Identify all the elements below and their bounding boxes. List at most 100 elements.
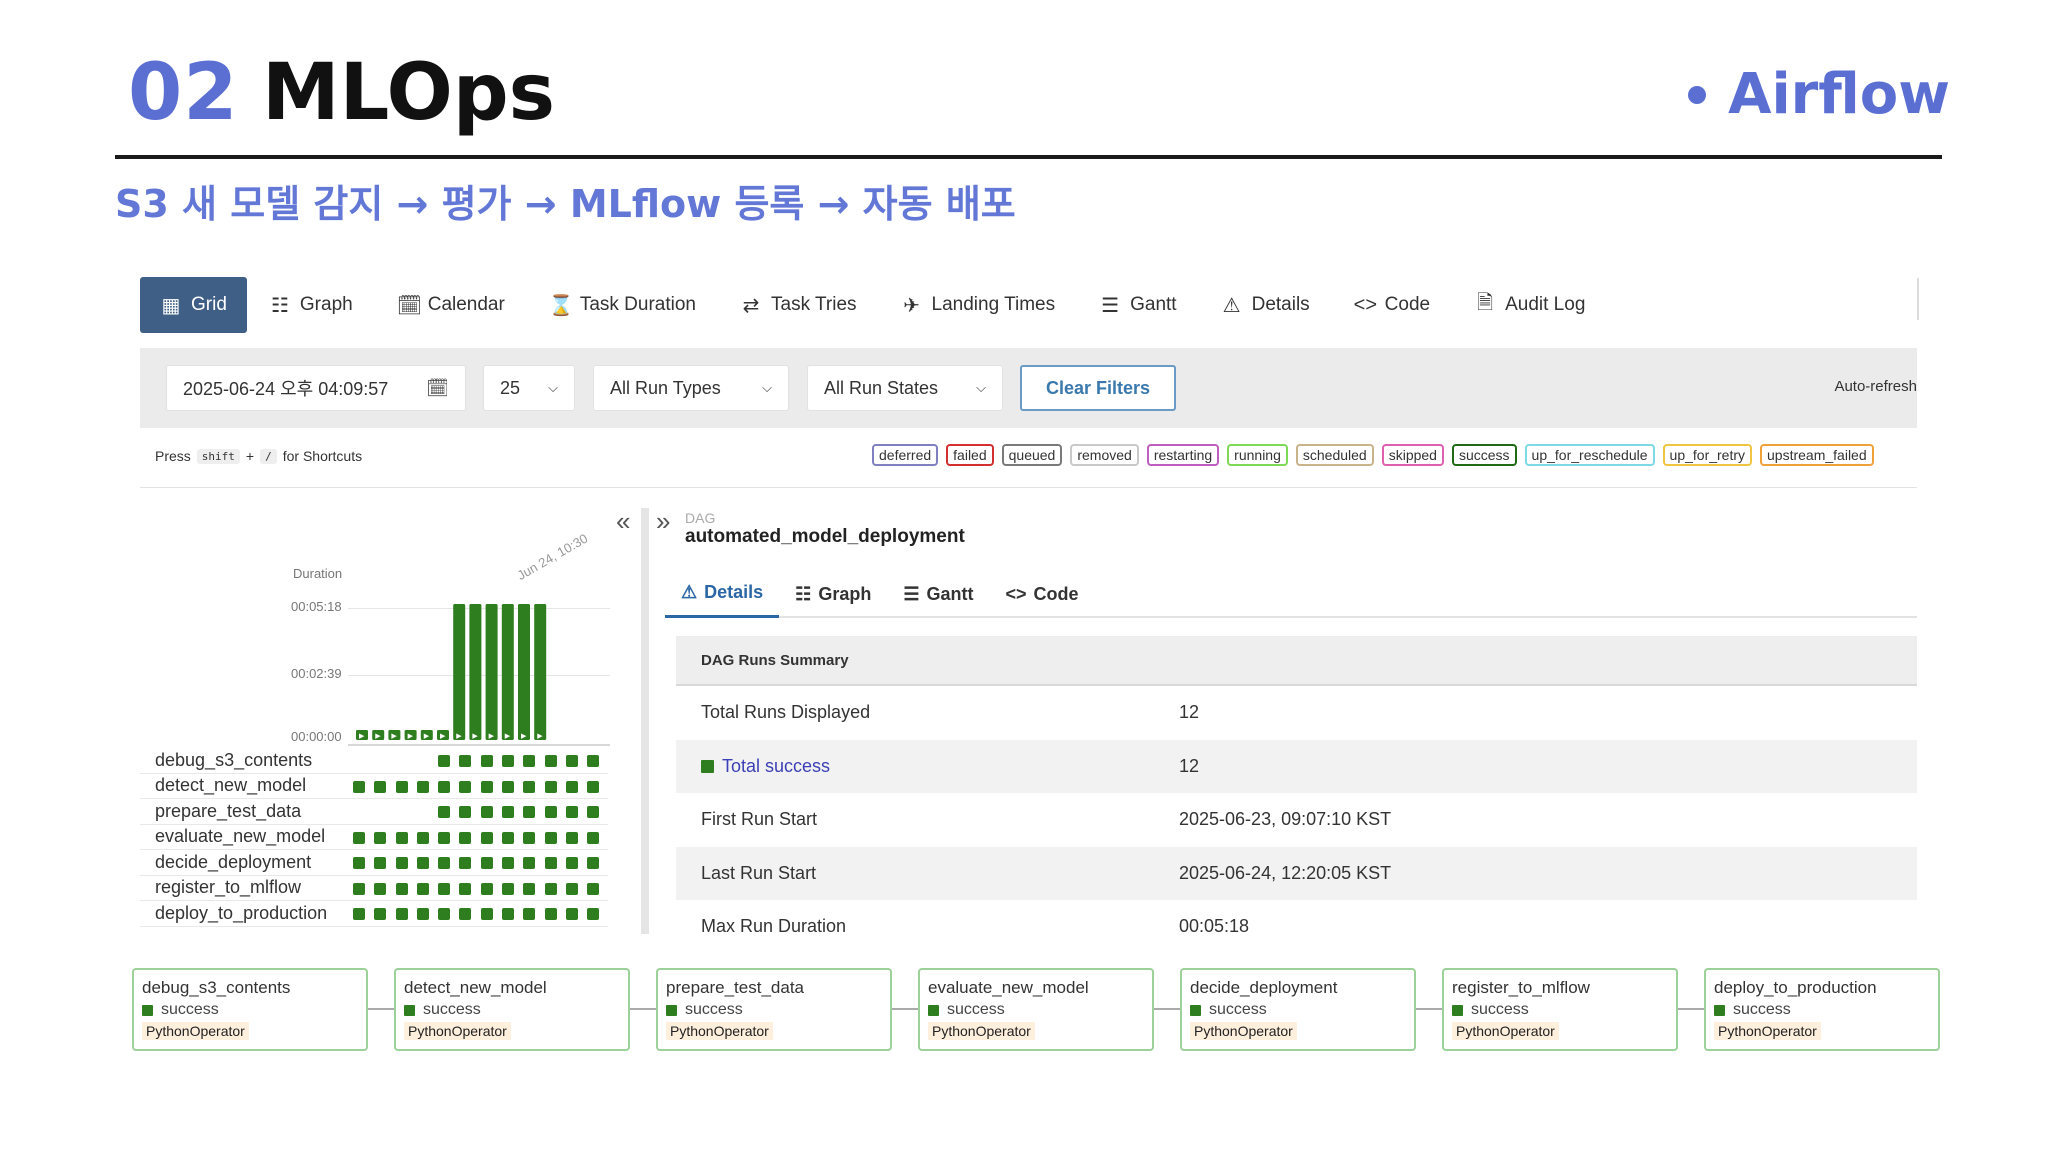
pipeline-node[interactable]: prepare_test_data success PythonOperator bbox=[656, 968, 892, 1051]
task-instance-cell[interactable] bbox=[544, 806, 557, 818]
task-name[interactable]: debug_s3_contents bbox=[140, 750, 312, 771]
state-deferred[interactable]: deferred bbox=[872, 444, 939, 466]
task-instance-cell[interactable] bbox=[544, 857, 557, 869]
task-instance-cell[interactable] bbox=[565, 857, 578, 869]
task-instance-cell[interactable] bbox=[395, 831, 408, 844]
task-instance-cell[interactable] bbox=[438, 908, 451, 920]
task-instance-cell[interactable] bbox=[480, 780, 493, 793]
task-instance-cell[interactable] bbox=[438, 882, 451, 895]
run-bar[interactable] bbox=[469, 604, 482, 740]
task-instance-cell[interactable] bbox=[438, 780, 451, 793]
task-instance-cell[interactable] bbox=[502, 806, 515, 818]
task-instance-cell[interactable] bbox=[459, 857, 472, 869]
detail-tab-code[interactable]: <> Code bbox=[989, 570, 1094, 618]
task-instance-cell[interactable] bbox=[502, 831, 515, 844]
state-skipped[interactable]: skipped bbox=[1381, 444, 1444, 466]
task-instance-cell[interactable] bbox=[565, 831, 578, 844]
panel-splitter[interactable] bbox=[641, 508, 649, 934]
task-instance-cell[interactable] bbox=[587, 831, 600, 844]
state-up-for-retry[interactable]: up_for_retry bbox=[1662, 444, 1753, 466]
task-instance-cell[interactable] bbox=[374, 882, 387, 895]
state-up-for-reschedule[interactable]: up_for_reschedule bbox=[1524, 444, 1655, 466]
task-instance-cell[interactable] bbox=[353, 780, 365, 793]
task-row[interactable]: evaluate_new_model bbox=[140, 825, 608, 850]
state-running[interactable]: running bbox=[1227, 444, 1288, 466]
tab-calendar[interactable]: 🗓 Calendar bbox=[375, 277, 527, 333]
task-instance-cell[interactable] bbox=[565, 755, 578, 767]
task-instance-cell[interactable] bbox=[459, 806, 472, 818]
run-states-select[interactable]: All Run States ⌵ bbox=[807, 365, 1003, 411]
state-success[interactable]: success bbox=[1451, 444, 1517, 466]
task-row[interactable]: debug_s3_contents bbox=[140, 748, 608, 774]
task-instance-cell[interactable] bbox=[438, 831, 451, 844]
pipeline-node[interactable]: decide_deployment success PythonOperator bbox=[1180, 968, 1416, 1051]
state-queued[interactable]: queued bbox=[1001, 444, 1063, 466]
task-instance-cell[interactable] bbox=[565, 806, 578, 818]
task-instance-cell[interactable] bbox=[502, 908, 515, 920]
tab-code[interactable]: <> Code bbox=[1332, 277, 1452, 333]
state-upstream-failed[interactable]: upstream_failed bbox=[1760, 444, 1874, 466]
task-instance-cell[interactable] bbox=[502, 780, 515, 793]
task-instance-cell[interactable] bbox=[459, 780, 472, 793]
task-row[interactable]: detect_new_model bbox=[140, 774, 608, 799]
task-instance-cell[interactable] bbox=[480, 806, 493, 818]
state-restarting[interactable]: restarting bbox=[1146, 444, 1220, 466]
run-bar[interactable] bbox=[501, 604, 514, 740]
task-instance-cell[interactable] bbox=[587, 857, 600, 869]
task-instance-cell[interactable] bbox=[502, 755, 515, 767]
task-instance-cell[interactable] bbox=[480, 857, 493, 869]
task-instance-cell[interactable] bbox=[480, 755, 493, 767]
task-instance-cell[interactable] bbox=[587, 806, 600, 818]
task-name[interactable]: detect_new_model bbox=[140, 775, 306, 796]
task-instance-cell[interactable] bbox=[544, 908, 557, 920]
tab-gantt[interactable]: ☰ Gantt bbox=[1077, 277, 1198, 333]
task-instance-cell[interactable] bbox=[587, 755, 600, 767]
run-bar[interactable] bbox=[453, 604, 466, 740]
task-instance-cell[interactable] bbox=[480, 882, 493, 895]
task-row[interactable]: decide_deployment bbox=[140, 850, 608, 876]
tab-grid[interactable]: ▦ Grid bbox=[140, 277, 247, 333]
task-instance-cell[interactable] bbox=[416, 857, 429, 869]
task-row[interactable]: register_to_mlflow bbox=[140, 876, 608, 901]
task-name[interactable]: decide_deployment bbox=[140, 852, 311, 873]
tab-audit-log[interactable]: 🗎 Audit Log bbox=[1452, 277, 1607, 333]
task-instance-cell[interactable] bbox=[459, 831, 472, 844]
task-instance-cell[interactable] bbox=[523, 755, 536, 767]
task-instance-cell[interactable] bbox=[523, 831, 536, 844]
run-bar[interactable] bbox=[534, 604, 547, 740]
expand-details-icon[interactable]: » bbox=[656, 506, 670, 537]
base-date-input[interactable]: 2025-06-24 오후 04:09:57 🗓 bbox=[166, 365, 466, 411]
task-name[interactable]: evaluate_new_model bbox=[140, 826, 325, 847]
task-name[interactable]: prepare_test_data bbox=[140, 801, 301, 822]
pipeline-node[interactable]: register_to_mlflow success PythonOperato… bbox=[1442, 968, 1678, 1051]
task-row[interactable]: prepare_test_data bbox=[140, 799, 608, 825]
task-instance-cell[interactable] bbox=[374, 831, 387, 844]
task-instance-cell[interactable] bbox=[459, 908, 472, 920]
task-instance-cell[interactable] bbox=[353, 857, 365, 869]
detail-tab-details[interactable]: ⚠ Details bbox=[665, 570, 780, 618]
task-instance-cell[interactable] bbox=[587, 908, 600, 920]
task-instance-cell[interactable] bbox=[395, 780, 408, 793]
tab-task-tries[interactable]: ⇄ Task Tries bbox=[718, 277, 879, 333]
run-bar[interactable] bbox=[485, 604, 498, 740]
run-bar[interactable] bbox=[518, 604, 530, 740]
detail-tab-gantt[interactable]: ☰ Gantt bbox=[887, 570, 989, 618]
task-instance-cell[interactable] bbox=[416, 831, 429, 844]
task-instance-cell[interactable] bbox=[523, 780, 536, 793]
task-instance-cell[interactable] bbox=[374, 780, 387, 793]
task-instance-cell[interactable] bbox=[544, 780, 557, 793]
task-instance-cell[interactable] bbox=[438, 755, 451, 767]
summary-key[interactable]: Total success bbox=[676, 756, 1179, 777]
task-row[interactable]: deploy_to_production bbox=[140, 901, 608, 927]
task-instance-cell[interactable] bbox=[523, 806, 536, 818]
calendar-icon[interactable]: 🗓 bbox=[426, 378, 449, 399]
task-instance-cell[interactable] bbox=[416, 780, 429, 793]
task-instance-cell[interactable] bbox=[565, 908, 578, 920]
auto-refresh-label[interactable]: Auto-refresh bbox=[1834, 378, 1917, 395]
task-instance-cell[interactable] bbox=[395, 882, 408, 895]
task-instance-cell[interactable] bbox=[395, 908, 408, 920]
clear-filters-button[interactable]: Clear Filters bbox=[1020, 365, 1176, 411]
detail-tab-graph[interactable]: ☷ Graph bbox=[779, 570, 887, 618]
task-instance-cell[interactable] bbox=[523, 857, 536, 869]
task-instance-cell[interactable] bbox=[480, 831, 493, 844]
